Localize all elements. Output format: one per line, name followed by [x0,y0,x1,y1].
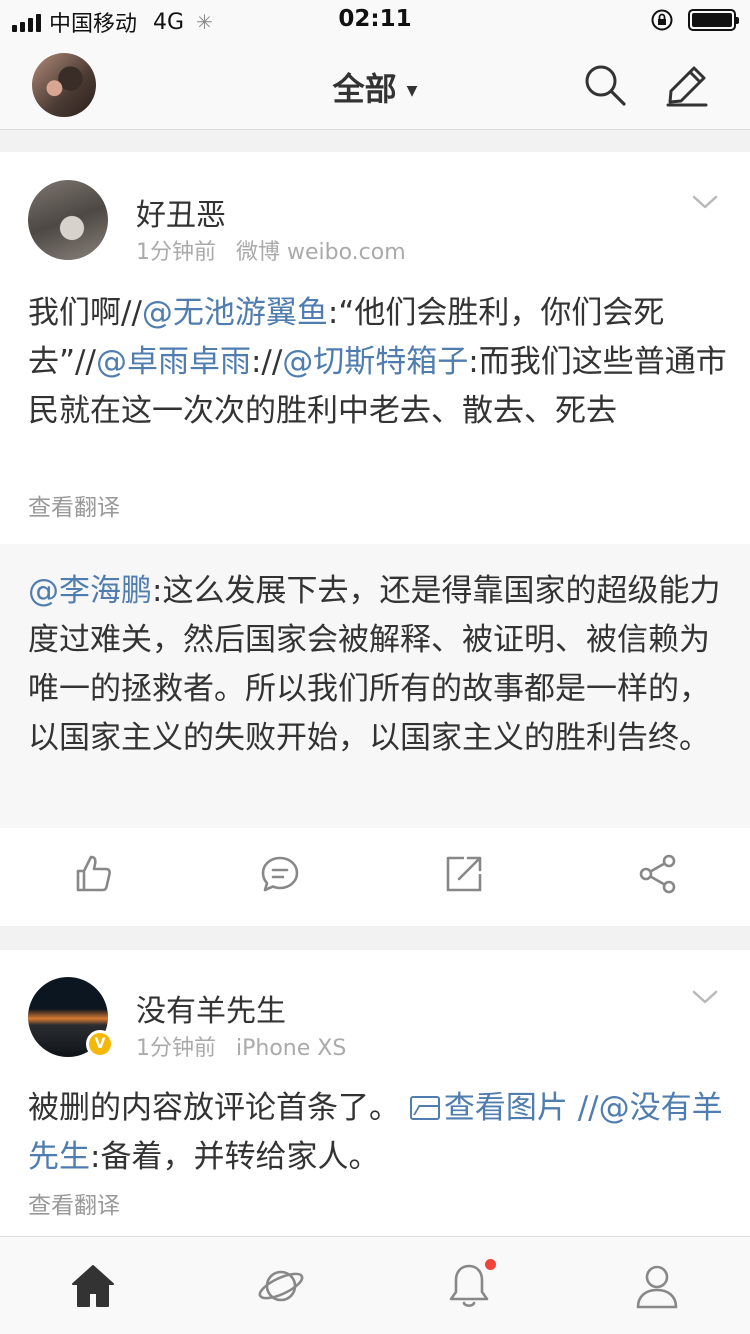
tab-bar [0,1236,750,1334]
verified-badge: V [86,1030,114,1058]
post-time: 1分钟前 [136,240,216,265]
translate-link[interactable]: 查看翻译 [28,488,120,522]
text-segment: :// [250,344,283,380]
repost-icon[interactable] [442,852,486,896]
chevron-down-icon[interactable] [692,194,718,210]
notification-dot [485,1259,496,1270]
repost-text: @李海鹏:这么发展下去，还是得靠国家的超级能力度过难关，然后国家会被解释、被证明… [28,567,728,763]
post-text: 被删的内容放评论首条了。 查看图片 //@没有羊先生:备着，并转给家人。 [28,1084,728,1182]
text-segment: :备着，并转给家人。 [90,1139,380,1175]
mention-link[interactable]: @切斯特箱子 [282,344,468,380]
action-bar [0,828,750,926]
feed-card[interactable]: V 没有羊先生 1分钟前 iPhone XS 被删的内容放评论首条了。 查看图片 … [0,950,750,1236]
battery-icon [688,9,739,31]
feed-card[interactable]: 好丑恶 1分钟前 微博 weibo.com 我们啊//@无池游翼鱼:“他们会胜利，… [0,152,750,926]
mention-link[interactable]: @卓雨卓雨 [96,344,251,380]
caret-down-icon: ▼ [406,83,418,99]
username[interactable]: 好丑恶 [136,190,226,234]
chevron-down-icon[interactable] [692,989,718,1005]
mention-link[interactable]: @无池游翼鱼 [142,295,328,331]
image-icon [409,1096,440,1120]
nav-bar: 全部 ▼ [0,40,750,130]
comment-icon[interactable] [258,852,302,896]
feed-group-title: 全部 [332,70,397,108]
feed-group-selector[interactable]: 全部 ▼ [0,64,750,110]
post-source: iPhone XS [236,1036,347,1061]
profile-icon[interactable] [632,1261,682,1311]
post-text: 我们啊//@无池游翼鱼:“他们会胜利，你们会死去”//@卓雨卓雨://@切斯特箱… [28,289,728,436]
search-icon[interactable] [582,62,628,108]
view-image-label: 查看图片 [443,1090,568,1126]
post-time: 1分钟前 [136,1036,216,1061]
avatar[interactable] [28,180,108,260]
like-icon[interactable] [70,852,114,896]
status-bar: 中国移动 4G ✳ 02:11 [0,0,750,40]
post-source: 微博 weibo.com [236,240,406,265]
repost-block[interactable]: @李海鹏:这么发展下去，还是得靠国家的超级能力度过难关，然后国家会被解释、被证明… [0,544,750,828]
translate-link[interactable]: 查看翻译 [28,1186,120,1220]
compose-icon[interactable] [664,62,710,108]
share-icon[interactable] [636,852,680,896]
post-meta: 1分钟前 微博 weibo.com [136,234,406,266]
clock: 02:11 [338,6,412,32]
text-segment: 被删的内容放评论首条了。 [28,1090,400,1126]
mention-link[interactable]: @李海鹏 [28,573,152,609]
text-segment: // [567,1090,599,1126]
post-meta: 1分钟前 iPhone XS [136,1030,346,1062]
text-segment: 我们啊// [28,295,142,331]
view-image-link[interactable]: 查看图片 [409,1090,568,1126]
username[interactable]: 没有羊先生 [136,986,286,1030]
rotation-lock-icon [651,9,673,31]
discover-icon[interactable] [256,1261,306,1311]
home-icon[interactable] [68,1261,118,1311]
